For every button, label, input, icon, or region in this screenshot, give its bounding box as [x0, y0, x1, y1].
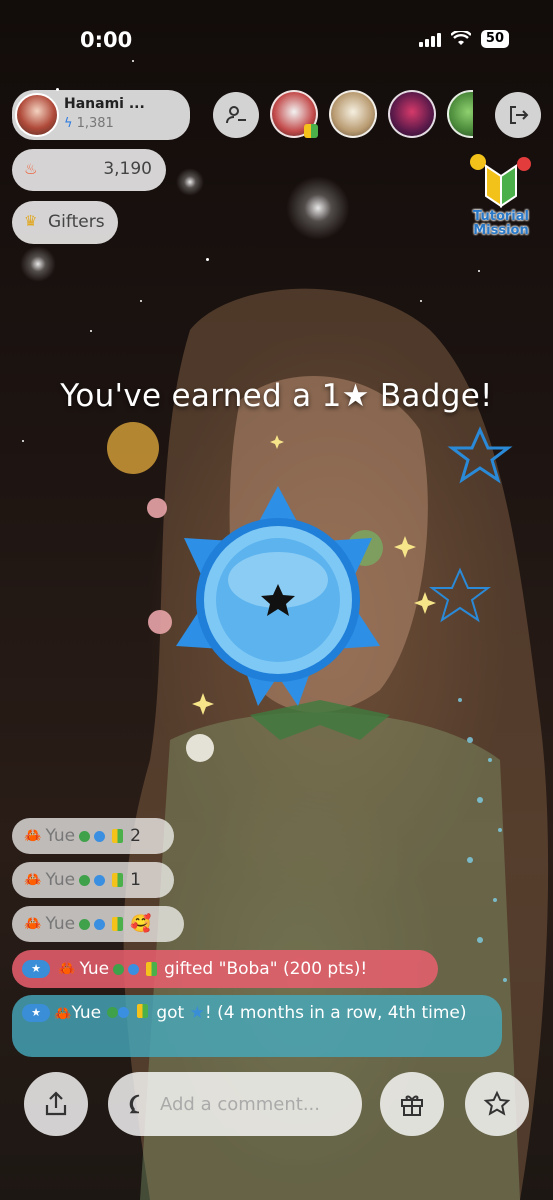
crown-icon: ♛	[24, 212, 38, 230]
score-pill[interactable]: ♨ 3,190	[12, 149, 166, 191]
beginner-icon	[146, 962, 158, 976]
beginner-icon	[136, 1004, 148, 1018]
badge-icon: ★	[189, 1003, 205, 1023]
gift-message[interactable]: ★ 🦀 Yue gifted "Boba" (200 pts)!	[12, 950, 438, 988]
chat-message[interactable]: 🦀 Yue 🥰	[12, 906, 184, 942]
blue-dot-icon	[117, 1007, 129, 1018]
tutorial-label-line1: Tutorial	[473, 209, 529, 224]
comment-input[interactable]	[158, 1092, 362, 1116]
chat-text: 2	[130, 826, 141, 846]
badge-earned-message: You've earned a 1★ Badge!	[60, 378, 493, 414]
subscription-message[interactable]: ★ 🦀Yue got ★! (4 months in a row, 4th tim…	[12, 995, 502, 1057]
sub-text-b: ! (4 months in a row, 4th time)	[204, 1003, 467, 1023]
exit-button[interactable]	[495, 92, 541, 138]
host-profile-pill[interactable]: Hanami ... ϟ 1,381	[12, 90, 190, 140]
battery-icon: 50	[480, 30, 509, 48]
star-badge-icon: ★	[22, 1004, 50, 1022]
crab-icon: 🦀	[24, 872, 42, 888]
chat-message[interactable]: 🦀 Yue 2	[12, 818, 174, 854]
person-remove-icon	[226, 106, 246, 124]
crab-icon: 🦀	[54, 1006, 72, 1022]
speech-bubble-icon	[129, 1094, 140, 1114]
viewer-avatar[interactable]	[270, 90, 318, 138]
host-points: ϟ 1,381	[64, 116, 114, 131]
score-value: 3,190	[103, 159, 152, 179]
crab-icon: 🦀	[24, 828, 42, 844]
green-dot-icon	[79, 830, 91, 842]
host-avatar[interactable]	[15, 93, 59, 137]
wifi-icon	[450, 31, 471, 45]
share-icon	[45, 1091, 67, 1116]
sub-text-a: got	[156, 1003, 185, 1023]
gift-text: gifted "Boba" (200 pts)!	[164, 959, 368, 979]
chat-username: Yue	[45, 870, 76, 890]
star-badge-icon	[176, 486, 380, 706]
tutorial-label-line2: Mission	[473, 223, 529, 238]
gift-button[interactable]	[380, 1072, 444, 1136]
gifters-label: Gifters	[48, 212, 105, 232]
exit-icon	[510, 106, 529, 124]
green-dot-icon	[113, 963, 125, 975]
status-icons: 50	[418, 30, 509, 48]
green-dot-icon	[79, 874, 91, 886]
blue-dot-icon	[94, 874, 106, 886]
gifters-button[interactable]: ♛ Gifters	[12, 201, 118, 244]
gift-icon	[401, 1095, 423, 1116]
beginner-icon	[112, 917, 124, 931]
star-icon	[483, 1090, 511, 1116]
chat-username: Yue	[45, 826, 76, 846]
green-dot-icon	[106, 1007, 118, 1018]
beginner-icon	[112, 829, 124, 843]
crab-icon: 🦀	[58, 961, 76, 977]
lightning-icon: ϟ	[64, 116, 73, 131]
chat-text: 🥰	[130, 914, 152, 934]
beginner-icon	[304, 124, 318, 138]
viewer-avatar[interactable]	[388, 90, 436, 138]
host-name: Hanami ...	[64, 96, 145, 112]
tutorial-mission-label: Tutorial Mission	[466, 210, 536, 238]
host-points-value: 1,381	[76, 116, 114, 131]
chat-username: Yue	[79, 959, 110, 979]
share-button[interactable]	[24, 1072, 88, 1136]
tutorial-mission-button[interactable]: Tutorial Mission	[466, 152, 536, 240]
viewer-avatar[interactable]	[329, 90, 377, 138]
chat-text: 1	[130, 870, 141, 890]
chat-message[interactable]: 🦀 Yue 1	[12, 862, 174, 898]
follow-button[interactable]	[213, 92, 259, 138]
star-badge-icon: ★	[22, 960, 50, 978]
comment-input-box[interactable]	[108, 1072, 362, 1136]
crab-icon: 🦀	[24, 916, 42, 932]
beginner-mark-icon	[470, 154, 531, 208]
blue-dot-icon	[128, 963, 140, 975]
signal-icon	[418, 31, 441, 47]
beginner-icon	[112, 873, 124, 887]
chat-username: Yue	[71, 1003, 102, 1023]
flame-icon: ♨	[24, 160, 38, 178]
favorite-button[interactable]	[465, 1072, 529, 1136]
green-dot-icon	[79, 918, 91, 930]
blue-dot-icon	[94, 830, 106, 842]
blue-dot-icon	[94, 918, 106, 930]
chat-username: Yue	[45, 914, 76, 934]
status-time: 0:00	[80, 28, 133, 52]
